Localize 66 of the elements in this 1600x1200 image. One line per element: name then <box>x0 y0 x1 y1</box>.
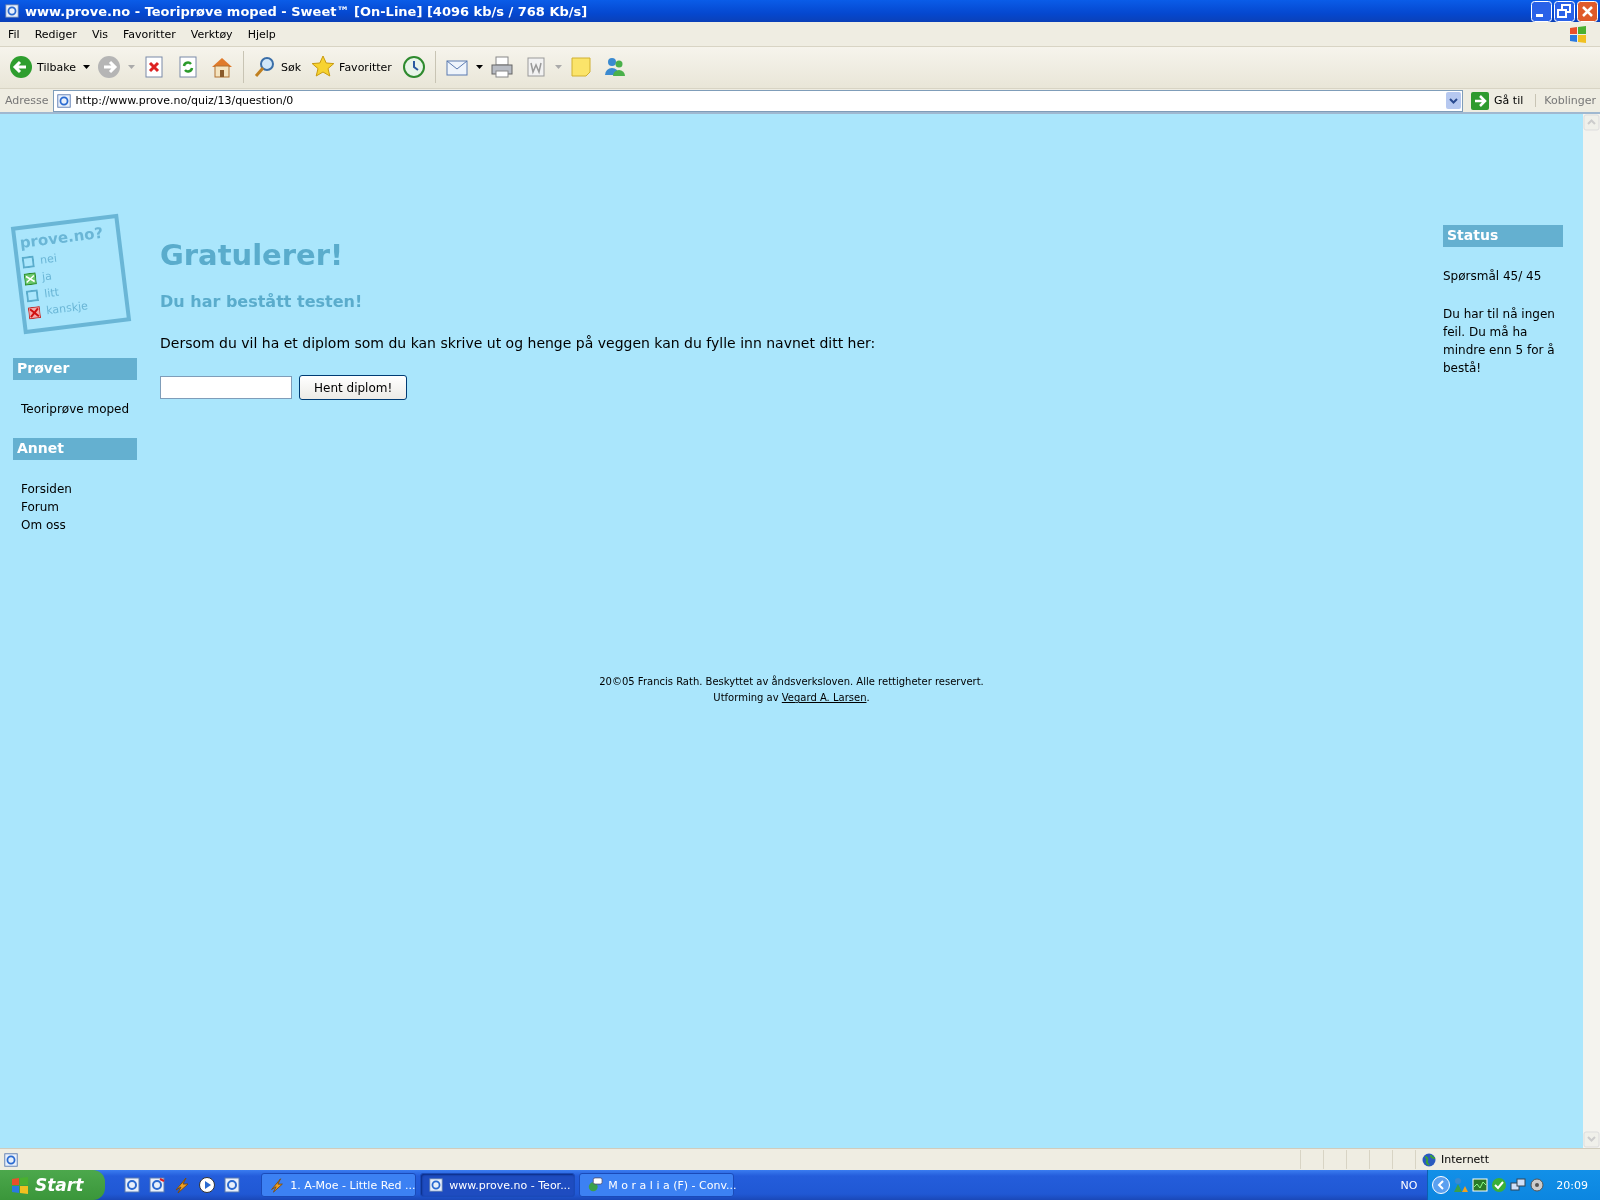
language-indicator[interactable]: NO <box>1390 1178 1428 1192</box>
sidebar-link[interactable]: Forum <box>21 498 160 517</box>
chat-icon <box>587 1177 604 1193</box>
printer-icon <box>489 55 514 80</box>
sidebar-link[interactable]: Forsiden <box>21 480 160 499</box>
section-heading: Annet <box>13 438 137 461</box>
browser-icon[interactable] <box>123 1176 142 1194</box>
progress-text: Spørsmål 45/ 45 <box>1443 268 1543 286</box>
favorites-button[interactable]: Favoritter <box>308 52 395 83</box>
close-button[interactable] <box>1577 0 1598 22</box>
sidebar-link[interactable]: Teoriprøve moped <box>21 400 160 419</box>
minimize-button[interactable] <box>1531 0 1552 22</box>
right-arrow-icon <box>1471 91 1490 110</box>
shield-check-icon[interactable] <box>1491 1177 1508 1193</box>
page-subheading: Du har bestått testen! <box>160 292 364 312</box>
restore-button[interactable] <box>1554 0 1575 22</box>
vertical-scrollbar[interactable] <box>1583 114 1600 1149</box>
window-title: www.prove.no - Teoriprøve moped - Sweet™ [On-Line] [4096 kb/s / 768 Kb/s] <box>25 3 588 19</box>
browser-icon <box>4 3 20 20</box>
taskbar-button[interactable]: M o r a l i a (F) - Conv... <box>579 1173 735 1197</box>
address-label: Adresse <box>5 94 49 108</box>
clock-icon <box>401 55 426 80</box>
clock: 20:09 <box>1556 1178 1588 1192</box>
browser-icon <box>55 92 72 109</box>
copyright-text: 20©05 Francis Rath. Beskyttet av åndsverksloven. Alle rettigheter reservert. <box>598 674 985 690</box>
status-message: Du har til nå ingen feil. Du må ha mindre enn 5 for å bestå! <box>1443 306 1556 378</box>
go-button[interactable]: Gå til <box>1467 91 1532 110</box>
browser-icon <box>3 1151 19 1168</box>
speaker-icon[interactable] <box>1529 1177 1546 1193</box>
play-icon[interactable] <box>198 1176 217 1194</box>
sidebar-link[interactable]: Om oss <box>21 516 160 535</box>
credit-text: Utforming av Vegard A. Larsen. <box>712 691 871 706</box>
address-field[interactable]: http://www.prove.no/quiz/13/question/0 <box>52 89 1464 112</box>
star-icon <box>311 55 336 80</box>
windows-flag-icon <box>1568 24 1588 45</box>
browser-icon <box>428 1177 445 1193</box>
computers-icon[interactable] <box>1510 1177 1527 1193</box>
caret-icon[interactable] <box>82 65 90 70</box>
globe-icon <box>1422 1152 1436 1167</box>
get-diploma-button[interactable]: Hent diplom! <box>299 375 408 401</box>
browser-icon[interactable] <box>223 1176 242 1194</box>
search-button[interactable]: Søk <box>249 52 305 83</box>
security-zone-label: Internett <box>1441 1153 1489 1167</box>
lightning-icon <box>269 1177 286 1193</box>
browser-icon[interactable] <box>148 1176 167 1194</box>
sticky-note-icon <box>568 55 593 80</box>
menu-item[interactable]: Hjelp <box>239 25 283 43</box>
monitor-graph-icon[interactable] <box>1472 1177 1489 1193</box>
windows-flag-icon <box>10 1175 30 1195</box>
search-icon <box>252 55 277 80</box>
chevron-left-icon[interactable] <box>1432 1176 1451 1194</box>
instruction-text: Dersom du vil ha et diplom som du kan skrive ut og henge på veggen kan du fylle inn navnet ditt her: <box>160 335 877 352</box>
menu-item[interactable]: Favoritter <box>114 25 183 43</box>
status-heading: Status <box>1443 225 1563 248</box>
menu-item[interactable]: Fil <box>0 25 27 43</box>
caret-icon[interactable] <box>475 65 483 70</box>
taskbar-button[interactable]: www.prove.no - Teor... <box>420 1173 576 1197</box>
section-heading: Prøver <box>13 358 137 381</box>
links-button[interactable]: Koblinger <box>1535 94 1598 108</box>
page-heading: Gratulerer! <box>160 238 345 273</box>
taskbar-button[interactable]: 1. A-Moe - Little Red ... <box>261 1173 417 1197</box>
menu-item[interactable]: Verktøy <box>182 25 240 43</box>
menu-item[interactable]: Vis <box>83 25 115 43</box>
back-button[interactable]: Tilbake <box>6 52 79 83</box>
name-input-field[interactable] <box>160 376 292 400</box>
menu-item[interactable]: Rediger <box>26 25 84 43</box>
